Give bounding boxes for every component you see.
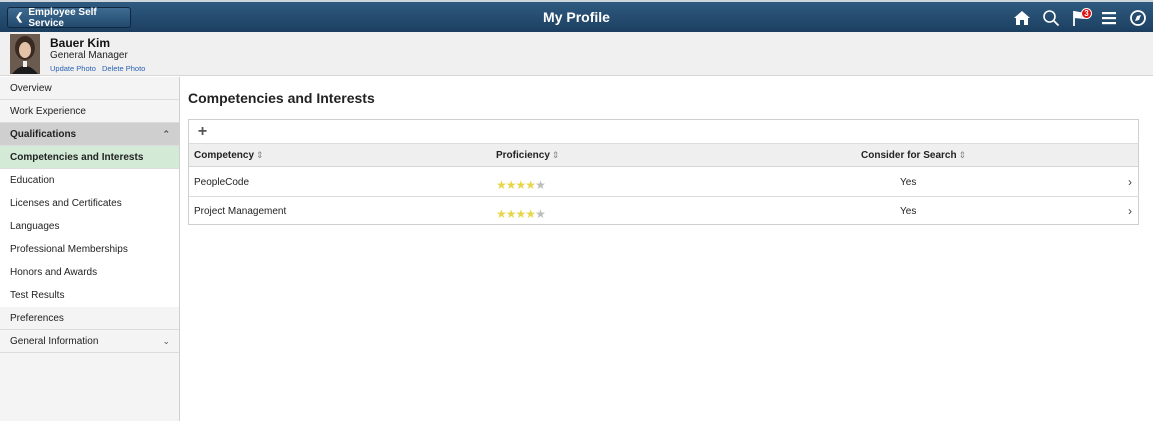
sidebar-item-label: Overview	[10, 83, 52, 94]
sidebar-item-education[interactable]: Education	[0, 169, 179, 192]
chevron-up-icon: ⌃	[162, 129, 170, 139]
star-filled-icon: ★	[505, 207, 517, 221]
consider-for-search-cell: Yes	[900, 177, 917, 188]
sort-icon: ⇕	[256, 150, 264, 160]
search-icon	[1043, 10, 1060, 27]
sidebar-item-honors-and-awards[interactable]: Honors and Awards	[0, 261, 179, 284]
navbar-icon	[1130, 10, 1146, 26]
proficiency-rating: ★★★★★	[496, 178, 546, 192]
sidebar-group-qualifications[interactable]: Qualifications ⌃	[0, 123, 179, 146]
star-filled-icon: ★	[496, 178, 507, 192]
proficiency-rating: ★★★★★	[496, 207, 546, 221]
competency-cell: PeopleCode	[194, 177, 250, 188]
plus-icon: +	[197, 122, 208, 140]
sidebar-item-preferences[interactable]: Preferences	[0, 307, 179, 330]
sidebar-item-label: Test Results	[10, 290, 65, 301]
table-row[interactable]: Project Management ★★★★★ Yes ›	[189, 197, 1138, 226]
sidebar-item-label: Honors and Awards	[10, 267, 98, 278]
sidebar-item-professional-memberships[interactable]: Professional Memberships	[0, 238, 179, 261]
delete-photo-link[interactable]: Delete Photo	[102, 64, 145, 73]
actions-menu-button[interactable]	[1096, 6, 1122, 30]
notification-badge: 3	[1081, 8, 1092, 19]
column-header-consider-for-search[interactable]: Consider for Search ⇕	[861, 150, 966, 161]
sidebar-item-label: Work Experience	[10, 106, 86, 117]
sidebar-item-work-experience[interactable]: Work Experience	[0, 100, 179, 123]
navbar-button[interactable]	[1125, 6, 1151, 30]
grid-toolbar: +	[189, 120, 1138, 144]
profile-name: Bauer Kim	[50, 36, 111, 50]
sidebar-item-overview[interactable]: Overview	[0, 77, 179, 100]
sidebar-item-test-results[interactable]: Test Results	[0, 284, 179, 307]
sidebar-item-competencies-and-interests[interactable]: Competencies and Interests	[0, 146, 179, 169]
sidebar-item-label: Licenses and Certificates	[10, 198, 122, 209]
sort-icon: ⇕	[551, 150, 560, 160]
page-title: My Profile	[543, 9, 610, 25]
star-empty-icon: ★	[535, 178, 546, 192]
sidebar: Overview Work Experience Qualifications …	[0, 77, 180, 421]
sidebar-item-label: Professional Memberships	[10, 244, 128, 255]
sidebar-item-licenses-and-certificates[interactable]: Licenses and Certificates	[0, 192, 179, 215]
sidebar-item-label: General Information	[10, 336, 99, 347]
sort-icon: ⇕	[958, 150, 967, 160]
top-banner: ❮ Employee Self Service My Profile 3	[0, 0, 1153, 32]
star-filled-icon: ★	[505, 178, 517, 192]
add-row-button[interactable]: +	[194, 123, 211, 140]
star-filled-icon: ★	[515, 207, 527, 221]
chevron-down-icon: ⌄	[162, 336, 170, 346]
column-header-competency[interactable]: Competency ⇕	[194, 150, 264, 161]
star-filled-icon: ★	[525, 207, 536, 221]
sidebar-group-general-information[interactable]: General Information ⌄	[0, 330, 179, 353]
competency-cell: Project Management	[194, 206, 287, 217]
table-row[interactable]: PeopleCode ★★★★★ Yes ›	[189, 168, 1138, 197]
profile-job-title: General Manager	[50, 50, 128, 61]
grid-header: Competency ⇕ Proficiency ⇕ Consider for Se…	[189, 144, 1138, 167]
header-actions: 3	[1006, 6, 1151, 30]
competencies-grid: + Competency ⇕ Proficiency ⇕ Consider for …	[188, 119, 1139, 225]
chevron-right-icon: ›	[1128, 204, 1132, 218]
sidebar-item-label: Education	[10, 175, 55, 186]
home-icon	[1014, 11, 1030, 25]
home-button[interactable]	[1009, 6, 1035, 30]
avatar	[10, 34, 40, 74]
section-title: Competencies and Interests	[188, 90, 375, 106]
star-filled-icon: ★	[525, 178, 536, 192]
actions-menu-icon	[1102, 12, 1116, 25]
sidebar-item-label: Competencies and Interests	[10, 152, 144, 163]
notifications-button[interactable]: 3	[1067, 6, 1093, 30]
star-empty-icon: ★	[535, 207, 546, 221]
chevron-right-icon: ›	[1128, 175, 1132, 189]
sidebar-item-label: Languages	[10, 221, 60, 232]
star-filled-icon: ★	[515, 178, 527, 192]
profile-header: Bauer Kim General Manager Update Photo D…	[0, 32, 1153, 76]
column-header-proficiency[interactable]: Proficiency ⇕	[496, 150, 559, 161]
update-photo-link[interactable]: Update Photo	[50, 64, 96, 73]
consider-for-search-cell: Yes	[900, 206, 917, 217]
sidebar-item-languages[interactable]: Languages	[0, 215, 179, 238]
photo-links: Update Photo Delete Photo	[50, 64, 149, 73]
sidebar-item-label: Qualifications	[10, 129, 77, 140]
search-button[interactable]	[1038, 6, 1064, 30]
sidebar-item-label: Preferences	[10, 313, 64, 324]
star-filled-icon: ★	[496, 207, 507, 221]
